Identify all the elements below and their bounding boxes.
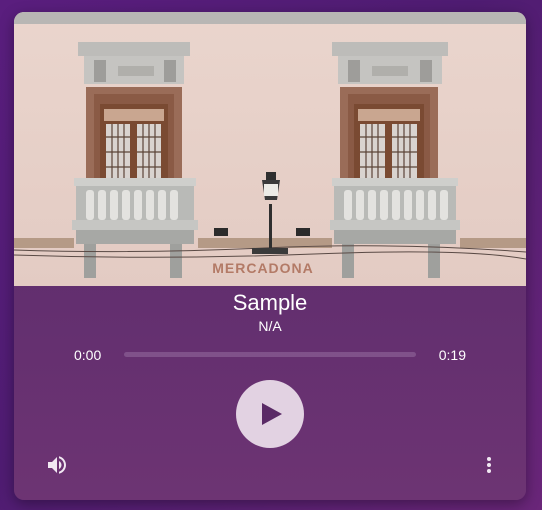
track-title: Sample [232,290,308,315]
store-sign-text: MERCADONA [212,260,314,276]
play-button[interactable] [236,380,304,448]
progress-slider[interactable] [124,352,416,357]
more-options-button[interactable] [474,450,504,480]
play-icon [262,403,282,425]
current-time: 0:00 [74,347,102,363]
track-duration: 0:19 [438,347,466,363]
more-vertical-icon [487,457,491,473]
track-artist: N/A [258,318,282,334]
album-artwork: MERCADONA [14,12,526,286]
volume-button[interactable] [42,450,72,480]
volume-icon [48,456,66,474]
media-player-card: MERCADONA Sample N/A 0:00 0:19 [14,12,526,500]
